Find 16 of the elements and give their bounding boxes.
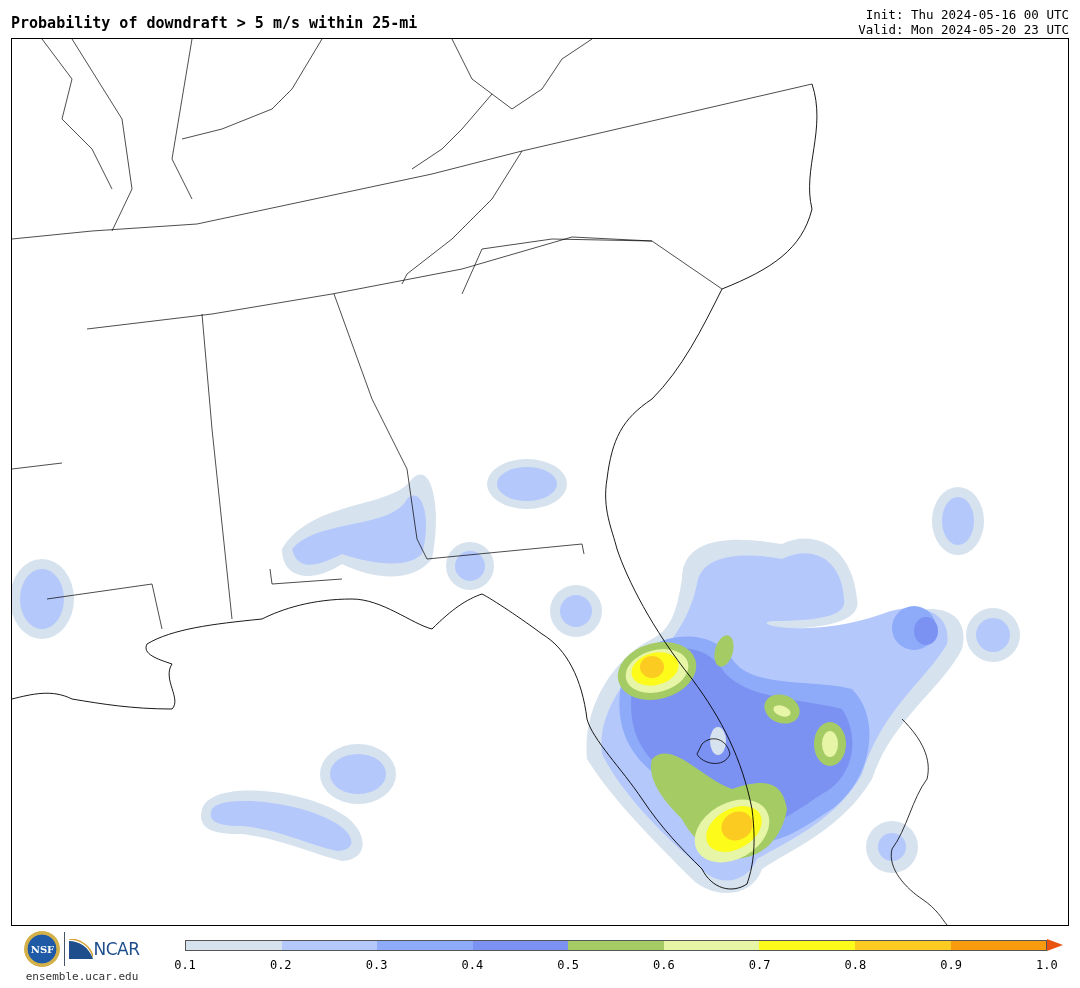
tick-label: 0.1 xyxy=(173,958,197,972)
tick-label: 1.0 xyxy=(1035,958,1059,972)
tick-label: 0.3 xyxy=(364,958,389,972)
nsf-seal-logo: NSF xyxy=(24,931,61,967)
plot-title: Probability of downdraft > 5 m/s within 25-mi xyxy=(11,14,418,32)
tick-label: 0.6 xyxy=(652,958,676,972)
run-time-text: Valid: Mon 2024-05-20 23 UTC xyxy=(858,22,1069,37)
tick-label: 0.8 xyxy=(843,958,868,972)
tick-label: 0.7 xyxy=(747,958,772,972)
run-time-text: Init: Thu 2024-05-16 00 UTC xyxy=(865,7,1069,22)
tick-label: 0.5 xyxy=(556,958,580,972)
tick-label: 0.9 xyxy=(939,958,963,972)
website-url: ensemble.ucar.edu xyxy=(25,970,139,983)
ncar-logo: NCAR xyxy=(69,939,140,959)
tick-label: 0.2 xyxy=(268,958,293,972)
tick-label: 0.4 xyxy=(460,958,485,972)
